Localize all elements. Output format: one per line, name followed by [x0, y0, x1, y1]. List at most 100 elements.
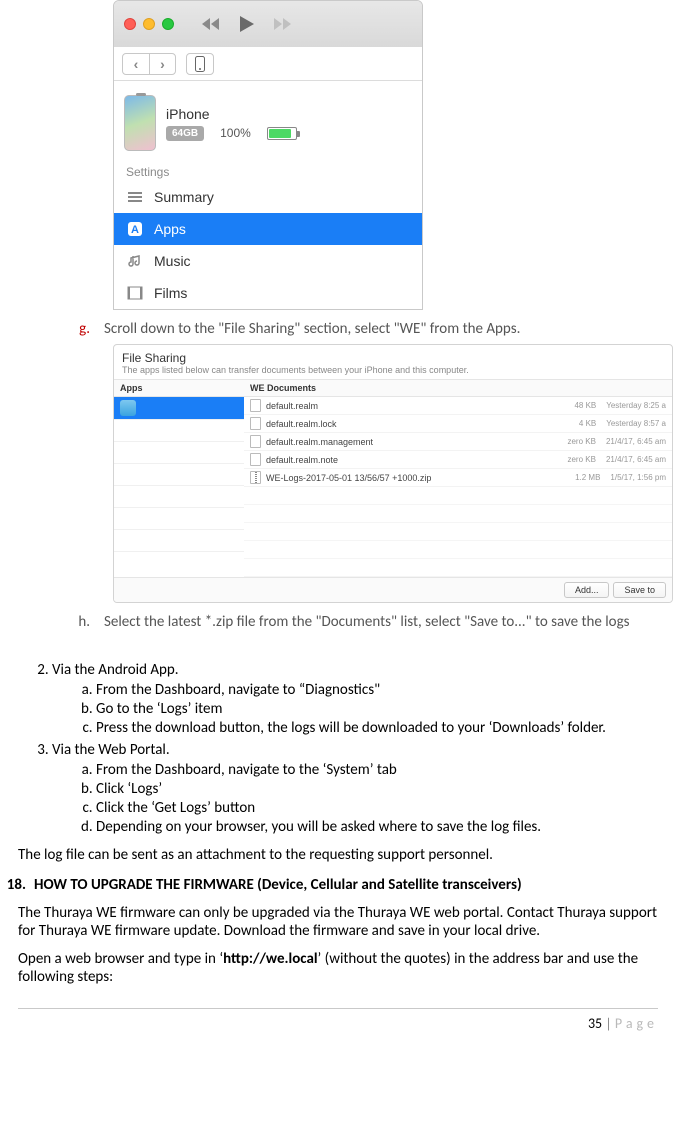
device-name: iPhone	[166, 106, 297, 122]
close-icon[interactable]	[124, 18, 136, 30]
doc-date: 21/4/17, 6:45 am	[606, 455, 666, 464]
doc-size: 4 KB	[579, 419, 596, 428]
firmware-para-2: Open a web browser and type in ‘http://w…	[18, 950, 658, 986]
doc-date: Yesterday 8:57 a	[606, 419, 666, 428]
page-number: 35	[588, 1015, 602, 1032]
attachment-note: The log file can be sent as an attachmen…	[18, 846, 658, 864]
sidebar-item-films[interactable]: Films	[114, 277, 422, 309]
doc-row[interactable]: default.realm 48 KB Yesterday 8:25 a	[244, 397, 672, 415]
file-sharing-screenshot: File Sharing The apps listed below can t…	[113, 344, 673, 603]
step-3c: Click the ‘Get Logs’ button	[96, 799, 658, 817]
docs-column-header: WE Documents	[244, 380, 672, 397]
sidebar-item-summary[interactable]: Summary	[114, 181, 422, 213]
save-to-button[interactable]: Save to	[613, 582, 666, 598]
section-title: Via the Android App.	[52, 661, 179, 679]
step-2c: Press the download button, the logs will…	[96, 719, 658, 737]
doc-size: 48 KB	[574, 401, 596, 410]
doc-name: WE-Logs-2017-05-01 13/56/57 +1000.zip	[266, 473, 431, 483]
doc-date: 1/5/17, 1:56 pm	[610, 473, 666, 482]
fastforward-icon[interactable]	[273, 17, 293, 31]
battery-icon	[267, 127, 297, 140]
battery-percent: 100%	[220, 126, 251, 140]
capacity-badge: 64GB	[166, 126, 204, 141]
doc-size: 1.2 MB	[575, 473, 600, 482]
doc-name: default.realm.lock	[266, 419, 337, 429]
we-app-icon	[120, 400, 136, 416]
device-header: iPhone 64GB 100%	[114, 81, 422, 159]
add-button[interactable]: Add...	[564, 582, 610, 598]
section-3: Via the Web Portal. From the Dashboard, …	[52, 741, 658, 836]
device-button[interactable]	[186, 53, 214, 75]
page-label: Page	[615, 1015, 658, 1032]
sidebar-item-label: Summary	[154, 189, 214, 205]
svg-text:A: A	[131, 224, 139, 236]
file-icon	[250, 399, 261, 412]
step-text-h: Select the latest *.zip file from the "D…	[104, 613, 658, 631]
itunes-screenshot: ‹ › iPhone 64GB 100% Settings	[113, 0, 423, 310]
play-icon[interactable]	[239, 15, 255, 33]
minimize-icon[interactable]	[143, 18, 155, 30]
app-row-empty	[114, 485, 244, 507]
heading-text: HOW TO UPGRADE THE FIRMWARE (Device, Cel…	[34, 876, 522, 894]
summary-icon	[126, 188, 144, 206]
settings-list: Summary A Apps Music Films	[114, 181, 422, 309]
zip-file-icon	[250, 471, 261, 484]
iphone-thumb-icon	[124, 95, 156, 151]
doc-row[interactable]: default.realm.management zero KB 21/4/17,…	[244, 433, 672, 451]
app-row-we[interactable]	[114, 397, 244, 419]
step-3b: Click ‘Logs’	[96, 780, 658, 798]
step-marker-g: g.	[70, 320, 104, 338]
url-text: http://we.local	[223, 950, 317, 968]
step-3a: From the Dashboard, navigate to the ‘Sys…	[96, 761, 658, 779]
file-icon	[250, 453, 261, 466]
doc-row-empty	[244, 541, 672, 559]
app-row-empty	[114, 463, 244, 485]
sidebar-item-apps[interactable]: A Apps	[114, 213, 422, 245]
sidebar-item-music[interactable]: Music	[114, 245, 422, 277]
sub-toolbar: ‹ ›	[114, 47, 422, 81]
step-2b: Go to the ‘Logs’ item	[96, 700, 658, 718]
apps-column-header: Apps	[114, 380, 244, 397]
app-row-empty	[114, 551, 244, 573]
settings-section-label: Settings	[114, 159, 422, 181]
app-row-empty	[114, 419, 244, 441]
doc-row[interactable]: default.realm.lock 4 KB Yesterday 8:57 a	[244, 415, 672, 433]
heading-18: 18. HOW TO UPGRADE THE FIRMWARE (Device,…	[0, 876, 658, 894]
section-title: Via the Web Portal.	[52, 741, 170, 759]
file-icon	[250, 435, 261, 448]
doc-row[interactable]: default.realm.note zero KB 21/4/17, 6:45 …	[244, 451, 672, 469]
apps-icon: A	[126, 220, 144, 238]
back-icon[interactable]: ‹	[123, 54, 149, 74]
sidebar-item-label: Apps	[154, 221, 186, 237]
step-2a: From the Dashboard, navigate to “Diagnos…	[96, 681, 658, 699]
step-text-g: Scroll down to the "File Sharing" sectio…	[104, 320, 658, 338]
app-row-empty	[114, 529, 244, 551]
doc-row-empty	[244, 559, 672, 577]
app-row-empty	[114, 441, 244, 463]
doc-row-empty	[244, 487, 672, 505]
doc-name: default.realm	[266, 401, 318, 411]
doc-row-empty	[244, 505, 672, 523]
doc-name: default.realm.note	[266, 455, 338, 465]
firmware-para-1: The Thuraya WE firmware can only be upgr…	[18, 904, 658, 940]
zoom-icon[interactable]	[162, 18, 174, 30]
heading-number: 18.	[0, 876, 26, 894]
doc-size: zero KB	[567, 455, 595, 464]
rewind-icon[interactable]	[201, 17, 221, 31]
doc-date: Yesterday 8:25 a	[606, 401, 666, 410]
filesharing-subtitle: The apps listed below can transfer docum…	[122, 365, 664, 375]
doc-row-empty	[244, 523, 672, 541]
doc-date: 21/4/17, 6:45 am	[606, 437, 666, 446]
traffic-lights	[124, 18, 174, 30]
nav-back-forward[interactable]: ‹ ›	[122, 53, 176, 75]
step-marker-h: h.	[70, 613, 104, 631]
doc-size: zero KB	[567, 437, 595, 446]
doc-name: default.realm.management	[266, 437, 373, 447]
page-footer: 35 | Page	[18, 1008, 658, 1038]
section-2: Via the Android App. From the Dashboard,…	[52, 661, 658, 737]
forward-icon[interactable]: ›	[149, 54, 175, 74]
window-titlebar	[114, 1, 422, 47]
doc-row[interactable]: WE-Logs-2017-05-01 13/56/57 +1000.zip 1.…	[244, 469, 672, 487]
music-icon	[126, 252, 144, 270]
filesharing-title: File Sharing	[122, 351, 664, 365]
